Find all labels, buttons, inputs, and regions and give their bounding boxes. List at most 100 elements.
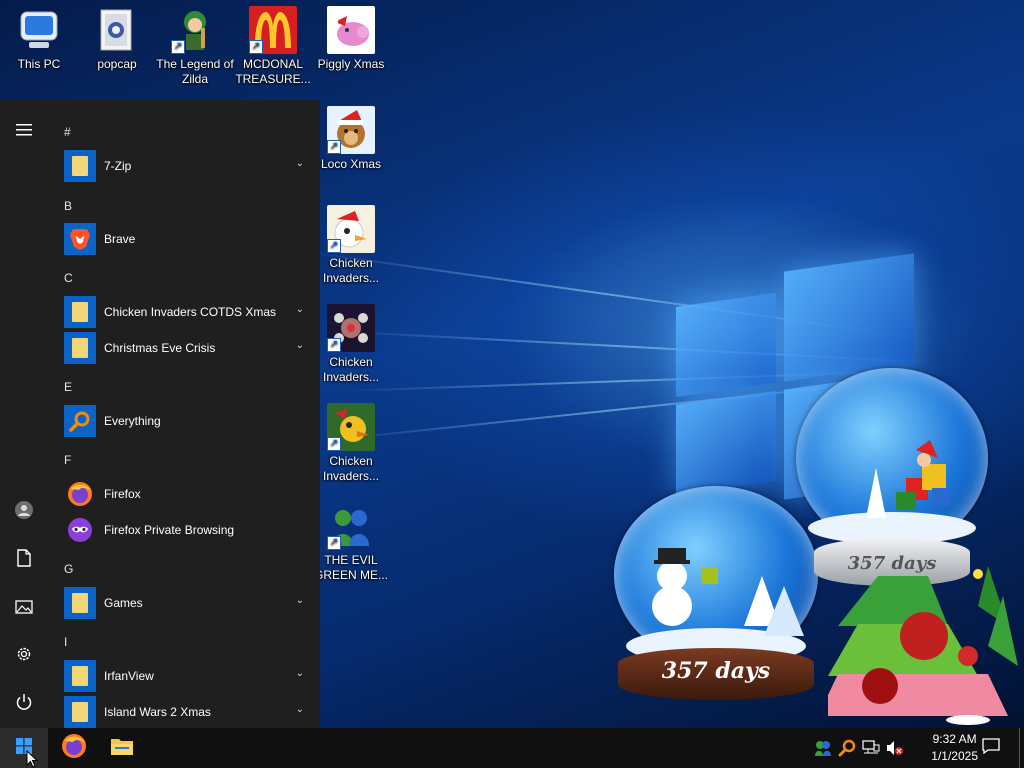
- chevron-down-icon[interactable]: ⌄: [296, 704, 304, 715]
- settings-button[interactable]: [0, 634, 48, 678]
- app-label: Everything: [104, 414, 161, 428]
- start-button[interactable]: [0, 728, 48, 768]
- shortcut-arrow-icon: ↗: [327, 338, 341, 352]
- game-icon: ↗: [327, 502, 375, 550]
- app-label: Chicken Invaders COTDS Xmas: [104, 305, 277, 319]
- firefox-icon: [64, 478, 96, 510]
- app-list: # 7-Zip ⌄ B Brave C Chicken Invaders COT…: [48, 100, 320, 728]
- tray-app-icon[interactable]: [814, 739, 832, 757]
- shortcut-arrow-icon: ↗: [249, 40, 263, 54]
- picture-icon: [15, 598, 33, 619]
- app-label: Brave: [104, 232, 136, 246]
- section-header[interactable]: G: [64, 562, 73, 576]
- app-chicken-invaders-cotds-xmas[interactable]: Chicken Invaders COTDS Xmas ⌄: [48, 294, 320, 330]
- section-header[interactable]: C: [64, 271, 73, 285]
- folder-icon: [110, 736, 134, 761]
- chevron-down-icon[interactable]: ⌄: [296, 158, 304, 169]
- app-brave[interactable]: Brave: [48, 221, 320, 257]
- expand-menu-button[interactable]: [0, 108, 48, 152]
- desktop-icon-label: popcap: [97, 57, 137, 71]
- network-icon[interactable]: [862, 739, 880, 757]
- desktop-icon-mcdonal-treasure[interactable]: ↗ MCDONAL TREASURE...: [234, 6, 312, 87]
- game-icon: ↗: [327, 106, 375, 154]
- section-header[interactable]: F: [64, 453, 71, 467]
- countdown-text: 357 days: [661, 658, 771, 684]
- desktop-icon-evil-green-me[interactable]: ↗ THE EVIL GREEN ME...: [312, 502, 390, 583]
- power-icon: [15, 693, 33, 716]
- chevron-down-icon[interactable]: ⌄: [296, 595, 304, 606]
- desktop-icon-label: THE EVIL GREEN ME...: [313, 553, 388, 582]
- volume-muted-icon[interactable]: [886, 739, 904, 757]
- document-icon: [17, 548, 31, 572]
- desktop-icon-popcap[interactable]: popcap: [78, 6, 156, 72]
- game-icon: ↗: [327, 403, 375, 451]
- documents-button[interactable]: [0, 538, 48, 582]
- desktop-icon-legend-of-zilda[interactable]: ↗ The Legend of Zilda: [156, 6, 234, 87]
- desktop-icon-label: Piggly Xmas: [317, 57, 385, 71]
- desktop-icon-this-pc[interactable]: This PC: [0, 6, 78, 72]
- hamburger-icon: [16, 120, 32, 141]
- firefox-private-icon: [64, 514, 96, 546]
- power-button[interactable]: [0, 682, 48, 726]
- desktop-icon-piggly-xmas[interactable]: Piggly Xmas: [312, 6, 390, 72]
- shortcut-arrow-icon: ↗: [171, 40, 185, 54]
- folder-icon: [64, 150, 96, 182]
- section-header[interactable]: #: [64, 125, 71, 139]
- section-header[interactable]: E: [64, 380, 72, 394]
- shortcut-arrow-icon: ↗: [327, 437, 341, 451]
- desktop-icon-label: Chicken Invaders...: [322, 454, 380, 483]
- app-games[interactable]: Games ⌄: [48, 585, 320, 621]
- desktop-icon-chicken-invaders-1[interactable]: ↗ Chicken Invaders...: [312, 205, 390, 286]
- countdown-base: 357 days: [618, 648, 814, 700]
- folder-icon: [93, 6, 141, 54]
- notifications-button[interactable]: [966, 728, 1016, 768]
- start-menu: # 7-Zip ⌄ B Brave C Chicken Invaders COT…: [0, 100, 320, 728]
- shortcut-arrow-icon: ↗: [327, 140, 341, 154]
- folder-icon: [64, 660, 96, 692]
- app-label: IrfanView: [104, 669, 154, 683]
- taskbar-file-explorer-button[interactable]: [98, 728, 146, 768]
- app-label: Christmas Eve Crisis: [104, 341, 216, 355]
- search-icon[interactable]: [838, 739, 856, 757]
- pictures-button[interactable]: [0, 586, 48, 630]
- start-menu-rail: [0, 100, 48, 728]
- app-firefox-private-browsing[interactable]: Firefox Private Browsing: [48, 512, 320, 548]
- game-icon: ↗: [327, 304, 375, 352]
- desktop-icon-label: Chicken Invaders...: [322, 355, 380, 384]
- desktop-icon-label: Loco Xmas: [320, 157, 382, 171]
- desktop-icon-chicken-invaders-3[interactable]: ↗ Chicken Invaders...: [312, 403, 390, 484]
- account-button[interactable]: [0, 490, 48, 534]
- desktop-icon-label: MCDONAL TREASURE...: [235, 57, 311, 86]
- app-label: 7-Zip: [104, 159, 132, 173]
- app-7zip[interactable]: 7-Zip ⌄: [48, 148, 320, 184]
- chevron-down-icon[interactable]: ⌄: [296, 304, 304, 315]
- app-irfanview[interactable]: IrfanView ⌄: [48, 658, 320, 694]
- snow-globe: [614, 486, 818, 664]
- app-everything[interactable]: Everything: [48, 403, 320, 439]
- desktop-icon-chicken-invaders-2[interactable]: ↗ Chicken Invaders...: [312, 304, 390, 385]
- desktop-icon-label: This PC: [17, 57, 61, 71]
- taskbar: 9:32 AM 1/1/2025: [0, 728, 1024, 768]
- chevron-down-icon[interactable]: ⌄: [296, 340, 304, 351]
- show-desktop-strip[interactable]: [1019, 728, 1024, 768]
- game-icon: ↗: [171, 6, 219, 54]
- app-christmas-eve-crisis[interactable]: Christmas Eve Crisis ⌄: [48, 330, 320, 366]
- app-label: Island Wars 2 Xmas: [104, 705, 211, 719]
- game-icon: ↗: [249, 6, 297, 54]
- game-icon: ↗: [327, 205, 375, 253]
- section-header[interactable]: I: [64, 635, 67, 649]
- folder-icon: [64, 696, 96, 728]
- taskbar-firefox-button[interactable]: [50, 728, 98, 768]
- brave-icon: [64, 223, 96, 255]
- notification-icon: [982, 737, 1000, 759]
- shortcut-arrow-icon: ↗: [327, 239, 341, 253]
- app-label: Firefox Private Browsing: [104, 523, 235, 537]
- desktop-icon-label: Chicken Invaders...: [322, 256, 380, 285]
- folder-icon: [64, 332, 96, 364]
- app-island-wars-2-xmas[interactable]: Island Wars 2 Xmas ⌄: [48, 694, 320, 728]
- desktop-icon-loco-xmas[interactable]: ↗ Loco Xmas: [312, 106, 390, 172]
- folder-icon: [64, 587, 96, 619]
- app-firefox[interactable]: Firefox: [48, 476, 320, 512]
- chevron-down-icon[interactable]: ⌄: [296, 668, 304, 679]
- section-header[interactable]: B: [64, 199, 72, 213]
